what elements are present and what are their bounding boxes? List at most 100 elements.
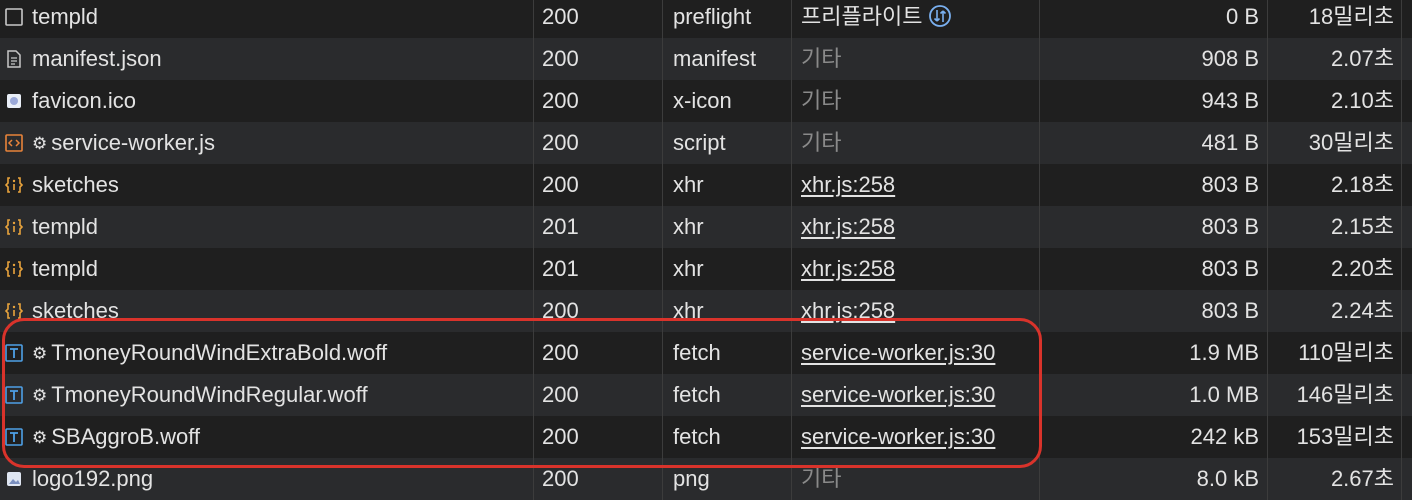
- initiator-link[interactable]: xhr.js:258: [801, 214, 895, 239]
- column-divider: [791, 80, 792, 122]
- column-divider: [533, 332, 534, 374]
- request-name-cell[interactable]: ⚙ SBAggroB.woff: [0, 416, 533, 458]
- column-divider: [1401, 248, 1402, 290]
- initiator-link[interactable]: xhr.js:258: [801, 172, 895, 197]
- request-status: 200: [542, 382, 579, 407]
- column-divider: [1401, 332, 1402, 374]
- request-row[interactable]: logo192.png 200 png 기타 8.0 kB 2.67초: [0, 458, 1412, 500]
- request-row[interactable]: ⚙ TmoneyRoundWindRegular.woff 200 fetch serv…: [0, 374, 1412, 416]
- request-name-cell[interactable]: ⚙ TmoneyRoundWindExtraBold.woff: [0, 332, 533, 374]
- column-divider: [1401, 0, 1402, 38]
- column-divider: [662, 290, 663, 332]
- request-time: 2.10초: [1330, 88, 1394, 113]
- request-row[interactable]: templd 201 xhr xhr.js:258 803 B 2.15초: [0, 206, 1412, 248]
- favicon-icon: [4, 83, 24, 108]
- request-name: TmoneyRoundWindRegular.woff: [51, 382, 368, 407]
- preflight-swap-icon[interactable]: [928, 0, 952, 27]
- request-time: 153밀리초: [1296, 424, 1394, 449]
- column-divider: [662, 80, 663, 122]
- request-type: fetch: [673, 382, 721, 407]
- column-divider: [791, 206, 792, 248]
- request-row[interactable]: ⚙ SBAggroB.woff 200 fetch service-worker.js:…: [0, 416, 1412, 458]
- column-divider: [533, 164, 534, 206]
- initiator-text: 기타: [801, 88, 842, 113]
- column-divider: [662, 458, 663, 500]
- request-initiator-cell[interactable]: xhr.js:258: [792, 206, 1039, 248]
- column-divider: [662, 332, 663, 374]
- column-divider: [791, 122, 792, 164]
- column-divider: [1039, 164, 1040, 206]
- initiator-link[interactable]: service-worker.js:30: [801, 424, 995, 449]
- column-divider: [1267, 38, 1268, 80]
- column-divider: [1401, 80, 1402, 122]
- request-name: favicon.ico: [32, 88, 136, 113]
- request-initiator-cell[interactable]: service-worker.js:30: [792, 332, 1039, 374]
- request-name-cell[interactable]: sketches: [0, 290, 533, 332]
- request-row[interactable]: manifest.json 200 manifest 기타 908 B 2.07초: [0, 38, 1412, 80]
- xhr-icon: [4, 167, 24, 193]
- request-name-cell[interactable]: templd: [0, 248, 533, 290]
- request-type: script: [673, 130, 726, 155]
- request-time: 2.20초: [1330, 256, 1394, 281]
- request-row[interactable]: sketches 200 xhr xhr.js:258 803 B 2.18초: [0, 164, 1412, 206]
- request-size: 1.9 MB: [1189, 340, 1259, 365]
- request-status: 200: [542, 172, 579, 197]
- request-name: templd: [32, 214, 99, 239]
- initiator-text: 기타: [801, 46, 842, 71]
- initiator-text: 기타: [801, 466, 842, 491]
- column-divider: [1401, 206, 1402, 248]
- xhr-icon: [4, 293, 24, 319]
- request-size: 242 kB: [1190, 424, 1260, 449]
- column-divider: [1039, 374, 1040, 416]
- initiator-link[interactable]: xhr.js:258: [801, 256, 895, 281]
- request-status: 200: [542, 298, 579, 323]
- request-name-cell[interactable]: favicon.ico: [0, 80, 533, 122]
- column-divider: [791, 0, 792, 38]
- request-size: 803 B: [1201, 172, 1260, 197]
- request-time: 30밀리초: [1308, 130, 1394, 155]
- request-status: 201: [542, 214, 579, 239]
- initiator-link[interactable]: service-worker.js:30: [801, 340, 995, 365]
- request-initiator-cell[interactable]: service-worker.js:30: [792, 416, 1039, 458]
- request-row[interactable]: ⚙ service-worker.js 200 script 기타 481 B 30밀리초: [0, 122, 1412, 164]
- request-name-cell[interactable]: templd: [0, 0, 533, 38]
- column-divider: [662, 416, 663, 458]
- request-name-cell[interactable]: sketches: [0, 164, 533, 206]
- request-type: fetch: [673, 340, 721, 365]
- request-time: 2.18초: [1330, 172, 1394, 197]
- initiator-text: 프리플라이트: [801, 4, 923, 29]
- request-name-cell[interactable]: templd: [0, 206, 533, 248]
- request-status: 200: [542, 466, 579, 491]
- request-row[interactable]: templd 200 preflight 프리플라이트 0 B 18밀리초: [0, 0, 1412, 38]
- request-name-cell[interactable]: logo192.png: [0, 458, 533, 500]
- request-name-cell[interactable]: ⚙ TmoneyRoundWindRegular.woff: [0, 374, 533, 416]
- request-name-cell[interactable]: ⚙ service-worker.js: [0, 122, 533, 164]
- initiator-link[interactable]: xhr.js:258: [801, 298, 895, 323]
- request-initiator-cell: 기타: [792, 80, 1039, 122]
- column-divider: [791, 290, 792, 332]
- request-row[interactable]: ⚙ TmoneyRoundWindExtraBold.woff 200 fetch se…: [0, 332, 1412, 374]
- column-divider: [662, 206, 663, 248]
- column-divider: [1401, 416, 1402, 458]
- request-initiator-cell[interactable]: xhr.js:258: [792, 164, 1039, 206]
- font-icon: [4, 377, 24, 404]
- column-divider: [1039, 38, 1040, 80]
- column-divider: [662, 374, 663, 416]
- column-divider: [662, 164, 663, 206]
- request-name-cell[interactable]: manifest.json: [0, 38, 533, 80]
- request-initiator-cell[interactable]: xhr.js:258: [792, 290, 1039, 332]
- request-time: 110밀리초: [1298, 340, 1394, 365]
- request-row[interactable]: sketches 200 xhr xhr.js:258 803 B 2.24초: [0, 290, 1412, 332]
- request-initiator-cell[interactable]: xhr.js:258: [792, 248, 1039, 290]
- column-divider: [1039, 290, 1040, 332]
- column-divider: [1267, 248, 1268, 290]
- column-divider: [1039, 0, 1040, 38]
- request-name: sketches: [32, 172, 119, 197]
- column-divider: [1267, 0, 1268, 38]
- request-initiator-cell[interactable]: service-worker.js:30: [792, 374, 1039, 416]
- column-divider: [1401, 290, 1402, 332]
- font-icon: [4, 419, 24, 446]
- request-row[interactable]: favicon.ico 200 x-icon 기타 943 B 2.10초: [0, 80, 1412, 122]
- request-row[interactable]: templd 201 xhr xhr.js:258 803 B 2.20초: [0, 248, 1412, 290]
- initiator-link[interactable]: service-worker.js:30: [801, 382, 995, 407]
